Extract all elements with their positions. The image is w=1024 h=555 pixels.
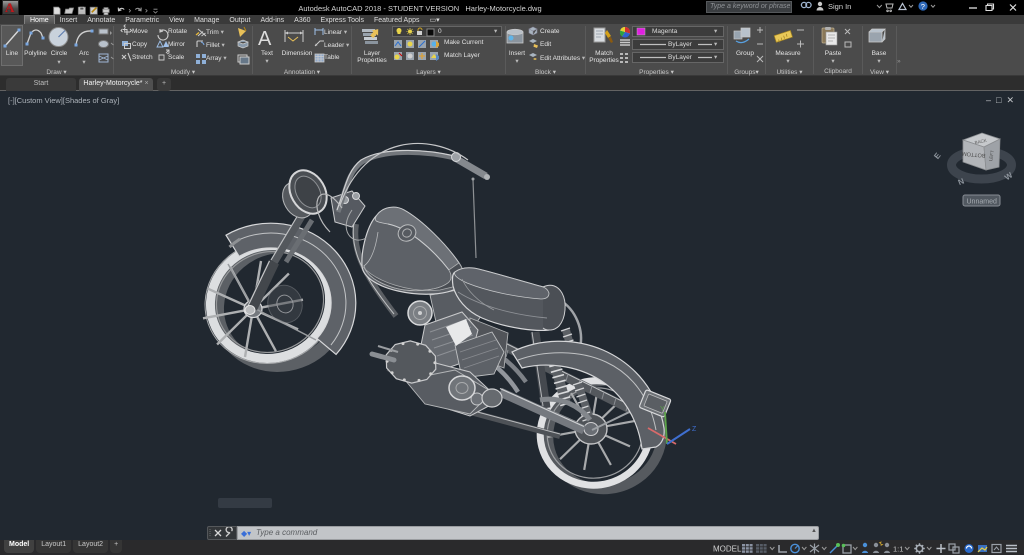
svg-text:MODEL: MODEL <box>713 545 742 554</box>
svg-text:A: A <box>258 28 272 50</box>
svg-text:Unnamed: Unnamed <box>967 199 997 206</box>
svg-text:?: ? <box>921 2 925 11</box>
svg-text:Z: Z <box>692 426 697 433</box>
svg-text:Sign In: Sign In <box>828 2 851 11</box>
svg-text:Y: Y <box>660 406 665 413</box>
svg-text:1:1: 1:1 <box>893 545 903 554</box>
